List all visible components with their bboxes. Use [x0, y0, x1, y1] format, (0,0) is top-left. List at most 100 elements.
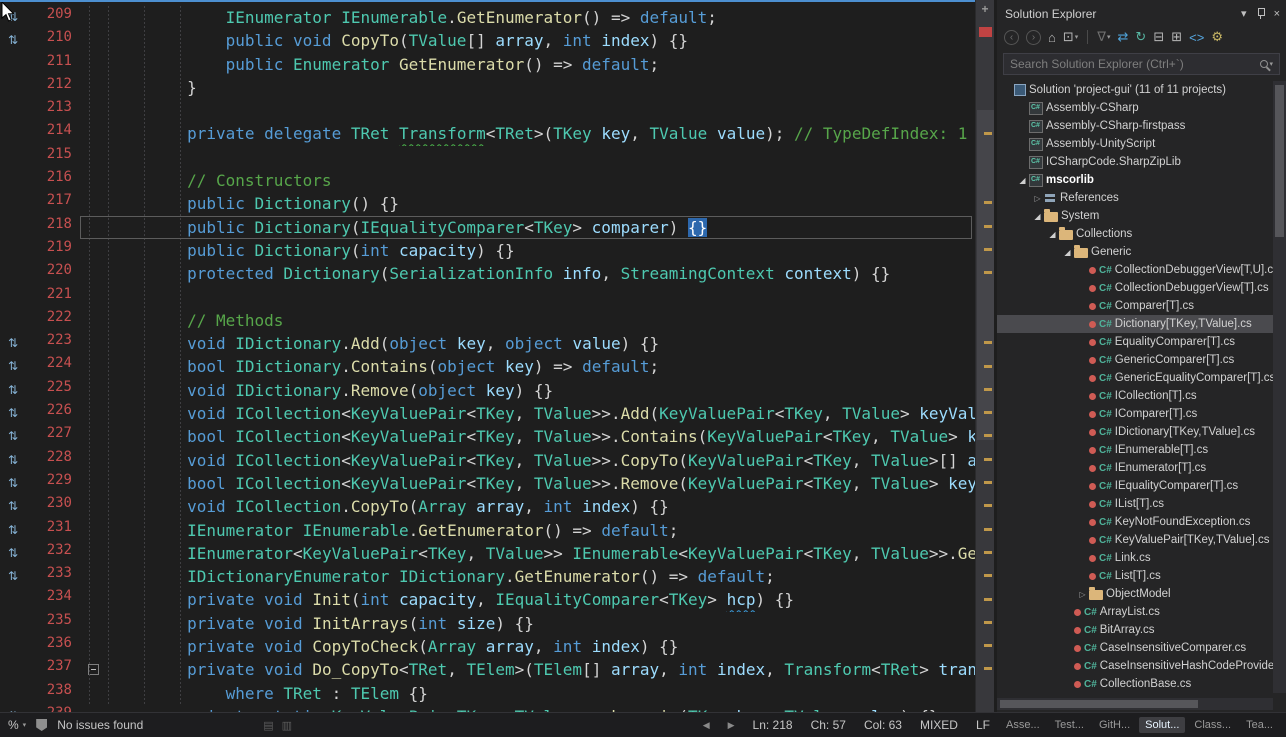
line-number[interactable]: 212	[26, 76, 80, 99]
tree-item-file[interactable]: IComparer[T].cs	[997, 405, 1273, 423]
reference-arrows-icon[interactable]: ⇅	[0, 705, 26, 712]
switch-views-button-icon[interactable]: ⊡▾	[1063, 29, 1078, 45]
tree-item-file[interactable]: GenericComparer[T].cs	[997, 351, 1273, 369]
tree-item-refs[interactable]: ▷References	[997, 189, 1273, 207]
code-line[interactable]: 222 // Methods	[0, 309, 975, 332]
sync-button-icon[interactable]: ⇄	[1118, 29, 1129, 45]
reference-arrows-icon[interactable]: ⇅	[0, 495, 26, 518]
status-extra-icon[interactable]: ▥	[282, 719, 292, 732]
pin-icon[interactable]	[1256, 8, 1265, 20]
code-line[interactable]: 235 private void InitArrays(int size) {}	[0, 612, 975, 635]
filter-button-icon[interactable]: ∇▾	[1097, 29, 1110, 45]
tree-horizontal-scrollbar[interactable]	[997, 698, 1273, 710]
tree-item-file[interactable]: CollectionBase.cs	[997, 675, 1273, 693]
panel-tab[interactable]: Asse...	[1000, 717, 1046, 733]
tree-item-file[interactable]: IEqualityComparer[T].cs	[997, 477, 1273, 495]
gutter[interactable]	[0, 53, 26, 76]
splitter-grip-icon[interactable]: +	[976, 0, 994, 18]
search-box[interactable]: Search Solution Explorer (Ctrl+`) ▾	[1003, 53, 1280, 75]
panel-tab[interactable]: Class...	[1188, 717, 1237, 733]
chevron-down-icon[interactable]: ▾	[1269, 60, 1273, 68]
line-number[interactable]: 220	[26, 262, 80, 285]
home-button-icon[interactable]: ⌂	[1048, 30, 1056, 45]
eol-indicator[interactable]: LF	[976, 718, 990, 732]
code-line[interactable]: ⇅224 bool IDictionary.Contains(object ke…	[0, 355, 975, 378]
reference-arrows-icon[interactable]: ⇅	[0, 449, 26, 472]
gutter[interactable]	[0, 192, 26, 215]
line-number[interactable]: 217	[26, 192, 80, 215]
status-extra-icon[interactable]: ▤	[263, 719, 273, 732]
code-editor[interactable]: ⇅209 IEnumerator IEnumerable.GetEnumerat…	[0, 0, 994, 712]
code-line[interactable]: 216 // Constructors	[0, 169, 975, 192]
tree-item-project[interactable]: Assembly-CSharp-firstpass	[997, 117, 1273, 135]
reference-arrows-icon[interactable]: ⇅	[0, 379, 26, 402]
line-number[interactable]: 231	[26, 519, 80, 542]
view-code-button-icon[interactable]: <>	[1189, 30, 1204, 45]
panel-tab[interactable]: Tea...	[1240, 717, 1279, 733]
tree-item-file[interactable]: CaseInsensitiveComparer.cs	[997, 639, 1273, 657]
tree-item-folder[interactable]: ◢Generic	[997, 243, 1273, 261]
code-line[interactable]: ⇅228 void ICollection<KeyValuePair<TKey,…	[0, 449, 975, 472]
reference-arrows-icon[interactable]: ⇅	[0, 355, 26, 378]
tree-item-file[interactable]: Comparer[T].cs	[997, 297, 1273, 315]
line-number[interactable]: 216	[26, 169, 80, 192]
code-line[interactable]: ⇅231 IEnumerator IEnumerable.GetEnumerat…	[0, 519, 975, 542]
code-line[interactable]: ⇅233 IDictionaryEnumerator IDictionary.G…	[0, 565, 975, 588]
nav-forward-icon[interactable]: ▶	[728, 720, 735, 731]
tree-item-folder[interactable]: ▷ObjectModel	[997, 585, 1273, 603]
editor-scrollbar[interactable]: +	[975, 0, 994, 712]
code-line[interactable]: 221	[0, 286, 975, 309]
tree-item-file[interactable]: Link.cs	[997, 549, 1273, 567]
tree-item-file[interactable]: IDictionary[TKey,TValue].cs	[997, 423, 1273, 441]
code-line[interactable]: 218 public Dictionary(IEqualityComparer<…	[0, 216, 975, 239]
search-icon[interactable]	[1260, 60, 1268, 68]
tree-item-file[interactable]: GenericEqualityComparer[T].cs	[997, 369, 1273, 387]
line-number[interactable]: 236	[26, 635, 80, 658]
reference-arrows-icon[interactable]: ⇅	[0, 565, 26, 588]
properties-button-icon[interactable]: ⚙	[1211, 29, 1223, 45]
tree-item-project[interactable]: ICSharpCode.SharpZipLib	[997, 153, 1273, 171]
tree-item-file[interactable]: List[T].cs	[997, 567, 1273, 585]
line-number[interactable]: 223	[26, 332, 80, 355]
back-button-icon[interactable]: ‹	[1004, 30, 1019, 45]
line-number[interactable]: 211	[26, 53, 80, 76]
line-number[interactable]: 239	[26, 705, 80, 712]
char-indicator[interactable]: Ch: 57	[811, 718, 846, 732]
panel-tab[interactable]: GitH...	[1093, 717, 1136, 733]
tree-item-file[interactable]: IEnumerator[T].cs	[997, 459, 1273, 477]
tree-item-project[interactable]: ◢mscorlib	[997, 171, 1273, 189]
fold-margin[interactable]	[80, 658, 110, 681]
tree-item-solution[interactable]: Solution 'project-gui' (11 of 11 project…	[997, 81, 1273, 99]
reference-arrows-icon[interactable]: ⇅	[0, 472, 26, 495]
tree-item-file[interactable]: KeyNotFoundException.cs	[997, 513, 1273, 531]
code-line[interactable]: ⇅229 bool ICollection<KeyValuePair<TKey,…	[0, 472, 975, 495]
line-number[interactable]: 219	[26, 239, 80, 262]
tree-item-file[interactable]: EqualityComparer[T].cs	[997, 333, 1273, 351]
line-number[interactable]: 209	[26, 6, 80, 29]
close-icon[interactable]: ×	[1274, 8, 1280, 20]
gutter[interactable]	[0, 99, 26, 122]
code-line[interactable]: 234 private void Init(int capacity, IEqu…	[0, 588, 975, 611]
column-indicator[interactable]: Col: 63	[864, 718, 902, 732]
expand-arrow-icon[interactable]: ▷	[1031, 194, 1044, 203]
tree-item-file[interactable]: CollectionDebuggerView[T].cs	[997, 279, 1273, 297]
tree-item-file[interactable]: CollectionDebuggerView[T,U].cs	[997, 261, 1273, 279]
gutter[interactable]	[0, 262, 26, 285]
code-line[interactable]: ⇅239 private static KeyValuePair<TKey, T…	[0, 705, 975, 712]
gutter[interactable]	[0, 588, 26, 611]
reference-arrows-icon[interactable]: ⇅	[0, 402, 26, 425]
code-line[interactable]: ⇅227 bool ICollection<KeyValuePair<TKey,…	[0, 425, 975, 448]
code-line[interactable]: ⇅230 void ICollection.CopyTo(Array array…	[0, 495, 975, 518]
scrollbar-thumb[interactable]	[1275, 85, 1284, 237]
tree-item-file[interactable]: ArrayList.cs	[997, 603, 1273, 621]
line-number[interactable]: 221	[26, 286, 80, 309]
line-number[interactable]: 218	[26, 216, 80, 239]
tree-item-project[interactable]: Assembly-CSharp	[997, 99, 1273, 117]
line-number[interactable]: 227	[26, 425, 80, 448]
code-line[interactable]: 237 private void Do_CopyTo<TRet, TElem>(…	[0, 658, 975, 681]
tree-item-file[interactable]: KeyValuePair[TKey,TValue].cs	[997, 531, 1273, 549]
gutter[interactable]	[0, 146, 26, 169]
tree-item-file[interactable]: Dictionary[TKey,TValue].cs	[997, 315, 1273, 333]
code-line[interactable]: ⇅225 void IDictionary.Remove(object key)…	[0, 379, 975, 402]
line-indicator[interactable]: Ln: 218	[753, 718, 793, 732]
